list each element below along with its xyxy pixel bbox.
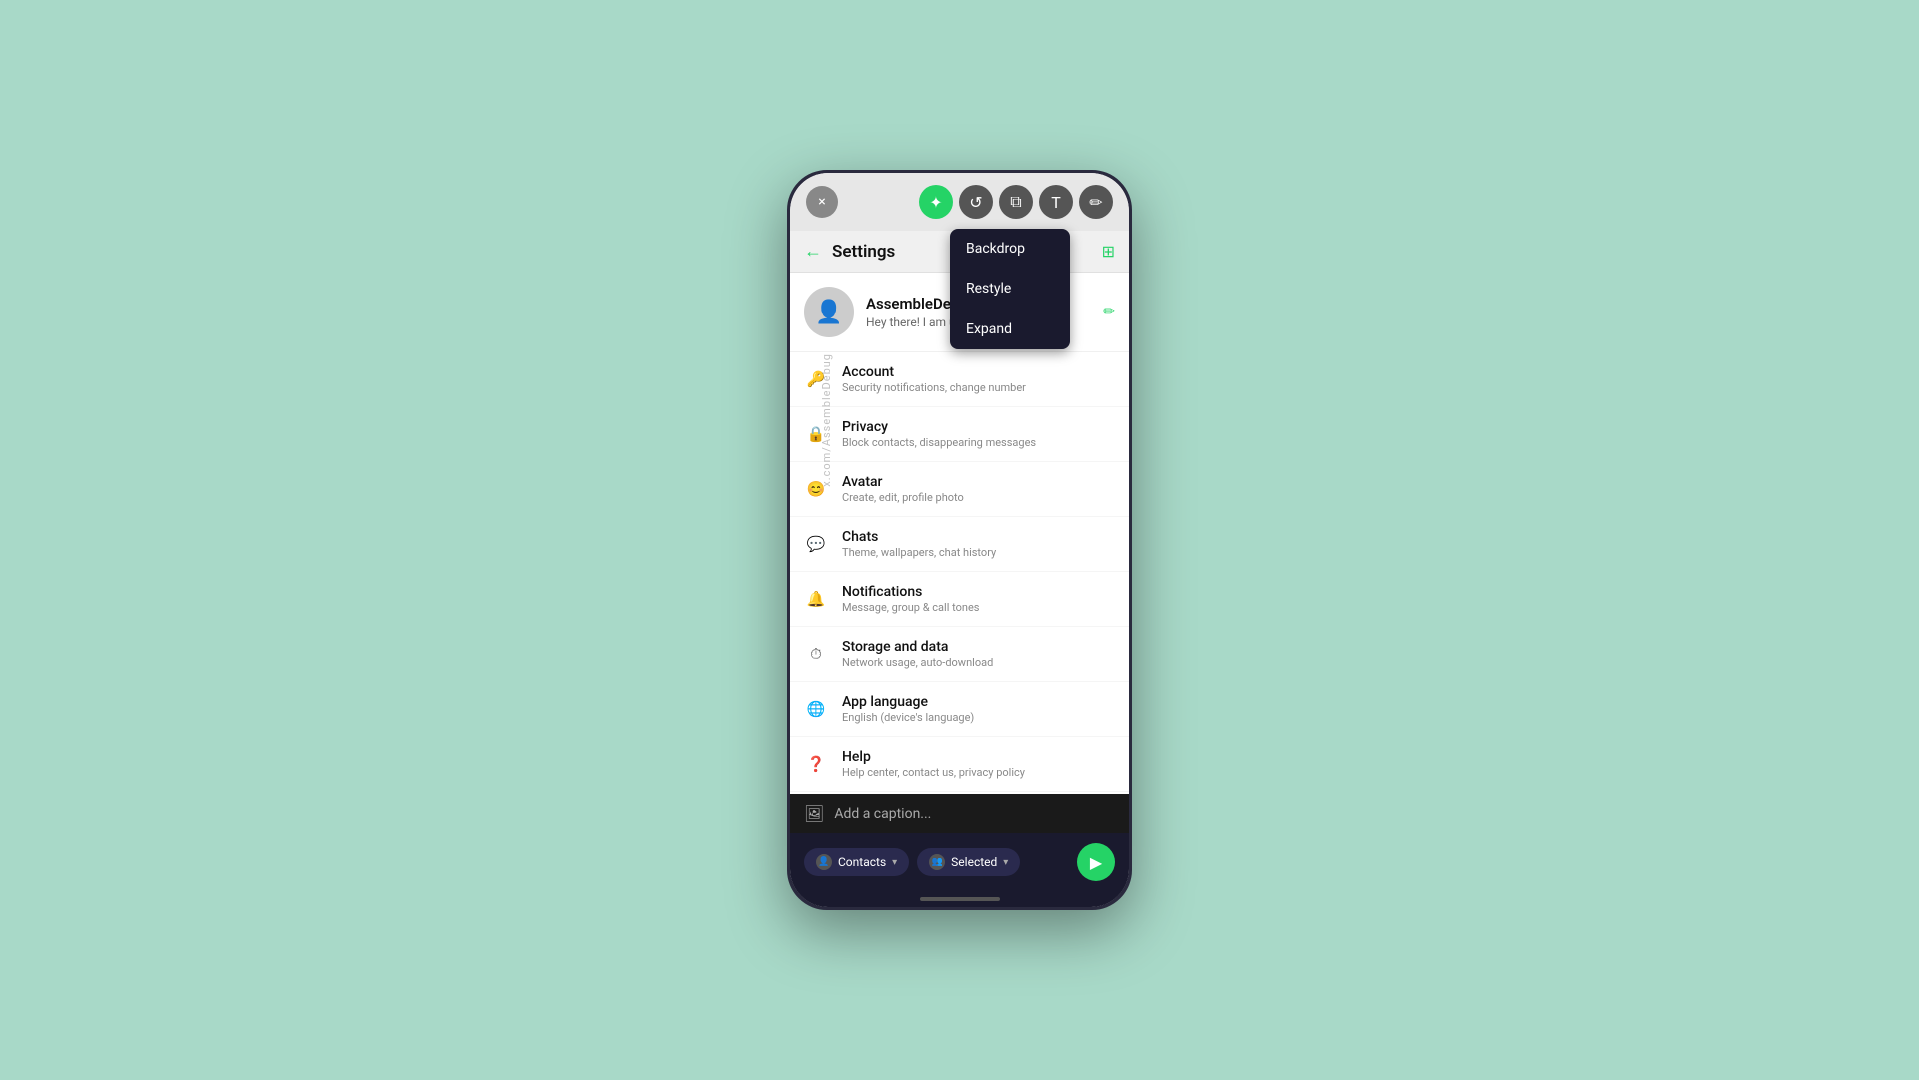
contacts-chip[interactable]: 👤 Contacts ▾	[804, 848, 909, 876]
language-title: App language	[842, 694, 974, 710]
language-subtitle: English (device's language)	[842, 711, 974, 724]
close-icon: ×	[818, 194, 825, 210]
avatar-menu-icon: 😊	[804, 477, 828, 501]
selected-chip-icon: 👥	[929, 854, 945, 870]
account-title: Account	[842, 364, 1026, 380]
edit-icon: ✏	[1089, 193, 1102, 212]
dropdown-item-backdrop[interactable]: Backdrop	[950, 229, 1070, 269]
avatar-subtitle: Create, edit, profile photo	[842, 491, 964, 504]
home-bar	[920, 897, 1000, 901]
privacy-icon: 🔒	[804, 422, 828, 446]
text-tool-button[interactable]: T	[1039, 185, 1073, 219]
settings-content: 👤 AssembleDebug Hey there! I am using Wh…	[790, 273, 1129, 794]
avatar: 👤	[804, 287, 854, 337]
settings-item-notifications[interactable]: 🔔 Notifications Message, group & call to…	[790, 572, 1129, 627]
dropdown-item-expand[interactable]: Expand	[950, 309, 1070, 349]
send-button[interactable]: ▶	[1077, 843, 1115, 881]
top-toolbar: × ✦ ↺ ⧉ T ✏	[790, 173, 1129, 231]
help-subtitle: Help center, contact us, privacy policy	[842, 766, 1025, 779]
qr-icon[interactable]: ⊞	[1102, 242, 1115, 261]
back-button[interactable]: ←	[804, 241, 822, 262]
storage-title: Storage and data	[842, 639, 993, 655]
copy-icon: ⧉	[1010, 192, 1021, 212]
caption-input[interactable]: Add a caption...	[834, 806, 1115, 822]
account-subtitle: Security notifications, change number	[842, 381, 1026, 394]
send-icon: ▶	[1090, 853, 1102, 872]
storage-icon: ⏱	[804, 642, 828, 666]
cursor-icon: ✦	[929, 193, 942, 212]
privacy-subtitle: Block contacts, disappearing messages	[842, 436, 1036, 449]
notifications-subtitle: Message, group & call tones	[842, 601, 979, 614]
chats-icon: 💬	[804, 532, 828, 556]
settings-item-language[interactable]: 🌐 App language English (device's languag…	[790, 682, 1129, 737]
phone-container: × ✦ ↺ ⧉ T ✏ Backd	[787, 170, 1132, 910]
close-button[interactable]: ×	[806, 186, 838, 218]
chats-title: Chats	[842, 529, 996, 545]
chats-subtitle: Theme, wallpapers, chat history	[842, 546, 996, 559]
avatar-title: Avatar	[842, 474, 964, 490]
contacts-chevron-icon: ▾	[892, 857, 897, 868]
edit-tool-button[interactable]: ✏	[1079, 185, 1113, 219]
selected-chip[interactable]: 👥 Selected ▾	[917, 848, 1020, 876]
contacts-label: Contacts	[838, 855, 886, 869]
help-title: Help	[842, 749, 1025, 765]
dropdown-item-restyle[interactable]: Restyle	[950, 269, 1070, 309]
storage-subtitle: Network usage, auto-download	[842, 656, 993, 669]
copy-tool-button[interactable]: ⧉	[999, 185, 1033, 219]
contacts-chip-icon: 👤	[816, 854, 832, 870]
dropdown-menu: Backdrop Restyle Expand	[950, 229, 1070, 349]
caption-image-icon: 🖼	[804, 804, 824, 823]
settings-item-storage[interactable]: ⏱ Storage and data Network usage, auto-d…	[790, 627, 1129, 682]
account-icon: 🔑	[804, 367, 828, 391]
settings-item-account[interactable]: 🔑 Account Security notifications, change…	[790, 352, 1129, 407]
settings-item-avatar[interactable]: 😊 Avatar Create, edit, profile photo	[790, 462, 1129, 517]
avatar-icon: 👤	[815, 300, 842, 325]
cursor-tool-button[interactable]: ✦	[919, 185, 953, 219]
privacy-title: Privacy	[842, 419, 1036, 435]
selected-chevron-icon: ▾	[1003, 857, 1008, 868]
settings-item-help[interactable]: ❓ Help Help center, contact us, privacy …	[790, 737, 1129, 792]
selected-label: Selected	[951, 855, 997, 869]
refresh-icon: ↺	[969, 193, 982, 212]
help-icon: ❓	[804, 752, 828, 776]
edit-profile-icon[interactable]: ✏	[1103, 304, 1115, 320]
caption-bar: 🖼 Add a caption...	[790, 794, 1129, 833]
text-icon: T	[1051, 193, 1061, 212]
settings-item-privacy[interactable]: 🔒 Privacy Block contacts, disappearing m…	[790, 407, 1129, 462]
refresh-tool-button[interactable]: ↺	[959, 185, 993, 219]
notifications-icon: 🔔	[804, 587, 828, 611]
notifications-title: Notifications	[842, 584, 979, 600]
home-indicator	[790, 891, 1129, 907]
language-icon: 🌐	[804, 697, 828, 721]
settings-item-chats[interactable]: 💬 Chats Theme, wallpapers, chat history	[790, 517, 1129, 572]
bottom-toolbar: 👤 Contacts ▾ 👥 Selected ▾ ▶	[790, 833, 1129, 891]
